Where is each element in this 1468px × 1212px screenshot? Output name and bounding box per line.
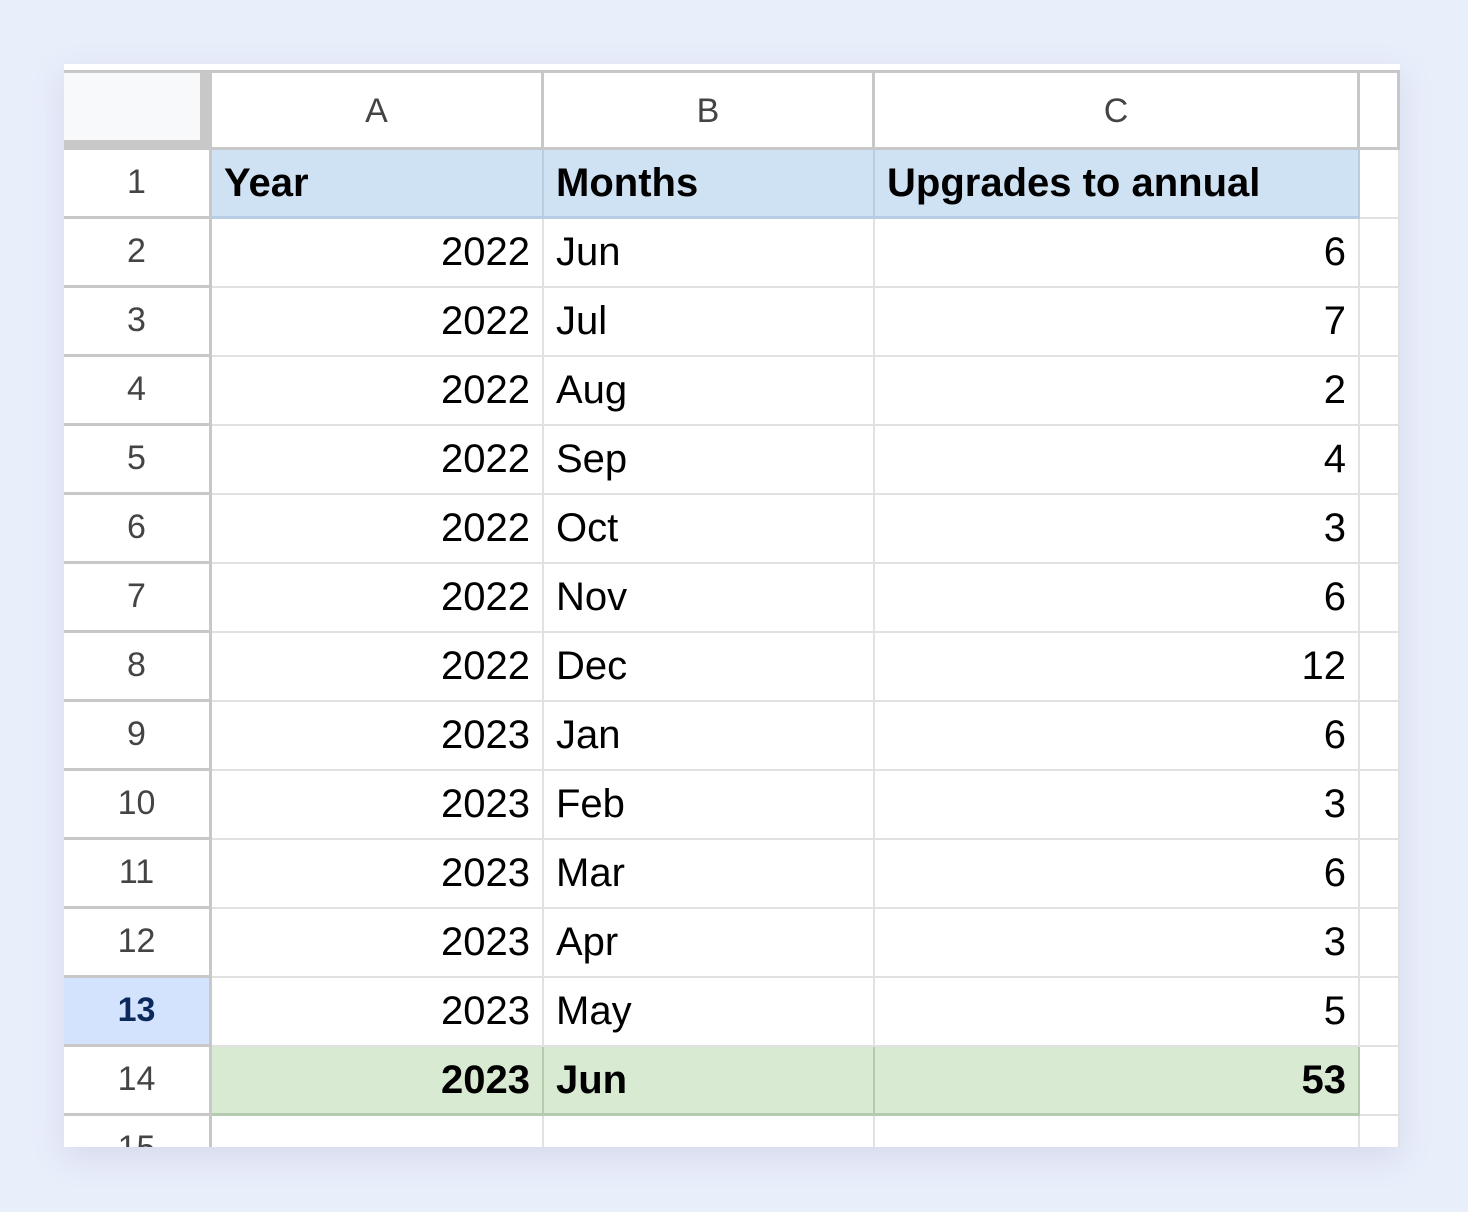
column-header-a[interactable]: A (212, 73, 544, 150)
row-header[interactable]: 10 (64, 771, 212, 840)
year-cell[interactable]: 2022 (212, 495, 544, 564)
empty-cell[interactable] (1360, 1116, 1400, 1147)
empty-cell[interactable] (212, 1116, 544, 1147)
month-cell[interactable]: Jan (544, 702, 875, 771)
year-cell[interactable]: 2023 (212, 909, 544, 978)
row-header[interactable]: 8 (64, 633, 212, 702)
year-cell[interactable]: 2023 (212, 771, 544, 840)
upgrades-cell[interactable]: 2 (875, 357, 1360, 426)
month-cell[interactable]: Mar (544, 840, 875, 909)
empty-cell[interactable] (875, 1116, 1360, 1147)
year-cell[interactable]: 2023 (212, 1047, 544, 1116)
empty-cell[interactable] (1360, 219, 1400, 288)
year-cell[interactable]: 2022 (212, 288, 544, 357)
empty-cell[interactable] (1360, 357, 1400, 426)
month-cell[interactable]: Sep (544, 426, 875, 495)
year-cell[interactable]: 2022 (212, 564, 544, 633)
empty-cell[interactable] (1360, 978, 1400, 1047)
year-cell[interactable]: 2023 (212, 978, 544, 1047)
upgrades-cell[interactable]: 3 (875, 771, 1360, 840)
spreadsheet-grid: A B C 1 Year Months Upgrades to annual 2 2022 Jun… (64, 64, 1400, 1147)
upgrades-cell[interactable]: 12 (875, 633, 1360, 702)
year-cell[interactable]: 2022 (212, 426, 544, 495)
month-cell[interactable]: Jul (544, 288, 875, 357)
month-cell[interactable]: Jun (544, 219, 875, 288)
upgrades-cell[interactable]: 3 (875, 495, 1360, 564)
empty-cell[interactable] (1360, 426, 1400, 495)
month-cell[interactable]: Jun (544, 1047, 875, 1116)
upgrades-cell[interactable]: 4 (875, 426, 1360, 495)
upgrades-cell[interactable]: 5 (875, 978, 1360, 1047)
upgrades-cell[interactable]: 3 (875, 909, 1360, 978)
header-cell-1[interactable]: Months (544, 150, 875, 219)
month-cell[interactable]: Aug (544, 357, 875, 426)
row-header[interactable]: 11 (64, 840, 212, 909)
year-cell[interactable]: 2022 (212, 633, 544, 702)
row-header[interactable]: 5 (64, 426, 212, 495)
month-cell[interactable]: Oct (544, 495, 875, 564)
row-header-1[interactable]: 1 (64, 150, 212, 219)
toolbar-edge (64, 64, 1400, 73)
row-header[interactable]: 12 (64, 909, 212, 978)
year-cell[interactable]: 2023 (212, 702, 544, 771)
row-header[interactable]: 4 (64, 357, 212, 426)
empty-cell[interactable] (544, 1116, 875, 1147)
upgrades-cell[interactable]: 7 (875, 288, 1360, 357)
empty-cell[interactable] (1360, 564, 1400, 633)
row-header[interactable]: 13 (64, 978, 212, 1047)
upgrades-cell[interactable]: 6 (875, 702, 1360, 771)
upgrades-cell[interactable]: 6 (875, 564, 1360, 633)
row-header[interactable]: 6 (64, 495, 212, 564)
year-cell[interactable]: 2022 (212, 357, 544, 426)
month-cell[interactable]: Apr (544, 909, 875, 978)
column-header-c[interactable]: C (875, 73, 1360, 150)
month-cell[interactable]: Nov (544, 564, 875, 633)
column-header-d[interactable] (1360, 73, 1400, 150)
empty-cell[interactable] (1360, 771, 1400, 840)
row-header[interactable]: 14 (64, 1047, 212, 1116)
month-cell[interactable]: Dec (544, 633, 875, 702)
row-header[interactable]: 15 (64, 1116, 212, 1147)
empty-cell[interactable] (1360, 909, 1400, 978)
empty-cell[interactable] (1360, 633, 1400, 702)
empty-cell[interactable] (1360, 840, 1400, 909)
select-all-corner[interactable] (64, 73, 212, 150)
row-header[interactable]: 3 (64, 288, 212, 357)
upgrades-cell[interactable]: 53 (875, 1047, 1360, 1116)
month-cell[interactable]: May (544, 978, 875, 1047)
row-header[interactable]: 9 (64, 702, 212, 771)
header-cell-0[interactable]: Year (212, 150, 544, 219)
empty-cell[interactable] (1360, 495, 1400, 564)
upgrades-cell[interactable]: 6 (875, 219, 1360, 288)
empty-cell[interactable] (1360, 150, 1400, 219)
empty-cell[interactable] (1360, 1047, 1400, 1116)
row-header[interactable]: 2 (64, 219, 212, 288)
empty-cell[interactable] (1360, 288, 1400, 357)
column-header-b[interactable]: B (544, 73, 875, 150)
month-cell[interactable]: Feb (544, 771, 875, 840)
year-cell[interactable]: 2022 (212, 219, 544, 288)
year-cell[interactable]: 2023 (212, 840, 544, 909)
empty-cell[interactable] (1360, 702, 1400, 771)
row-header[interactable]: 7 (64, 564, 212, 633)
upgrades-cell[interactable]: 6 (875, 840, 1360, 909)
header-cell-2[interactable]: Upgrades to annual (875, 150, 1360, 219)
